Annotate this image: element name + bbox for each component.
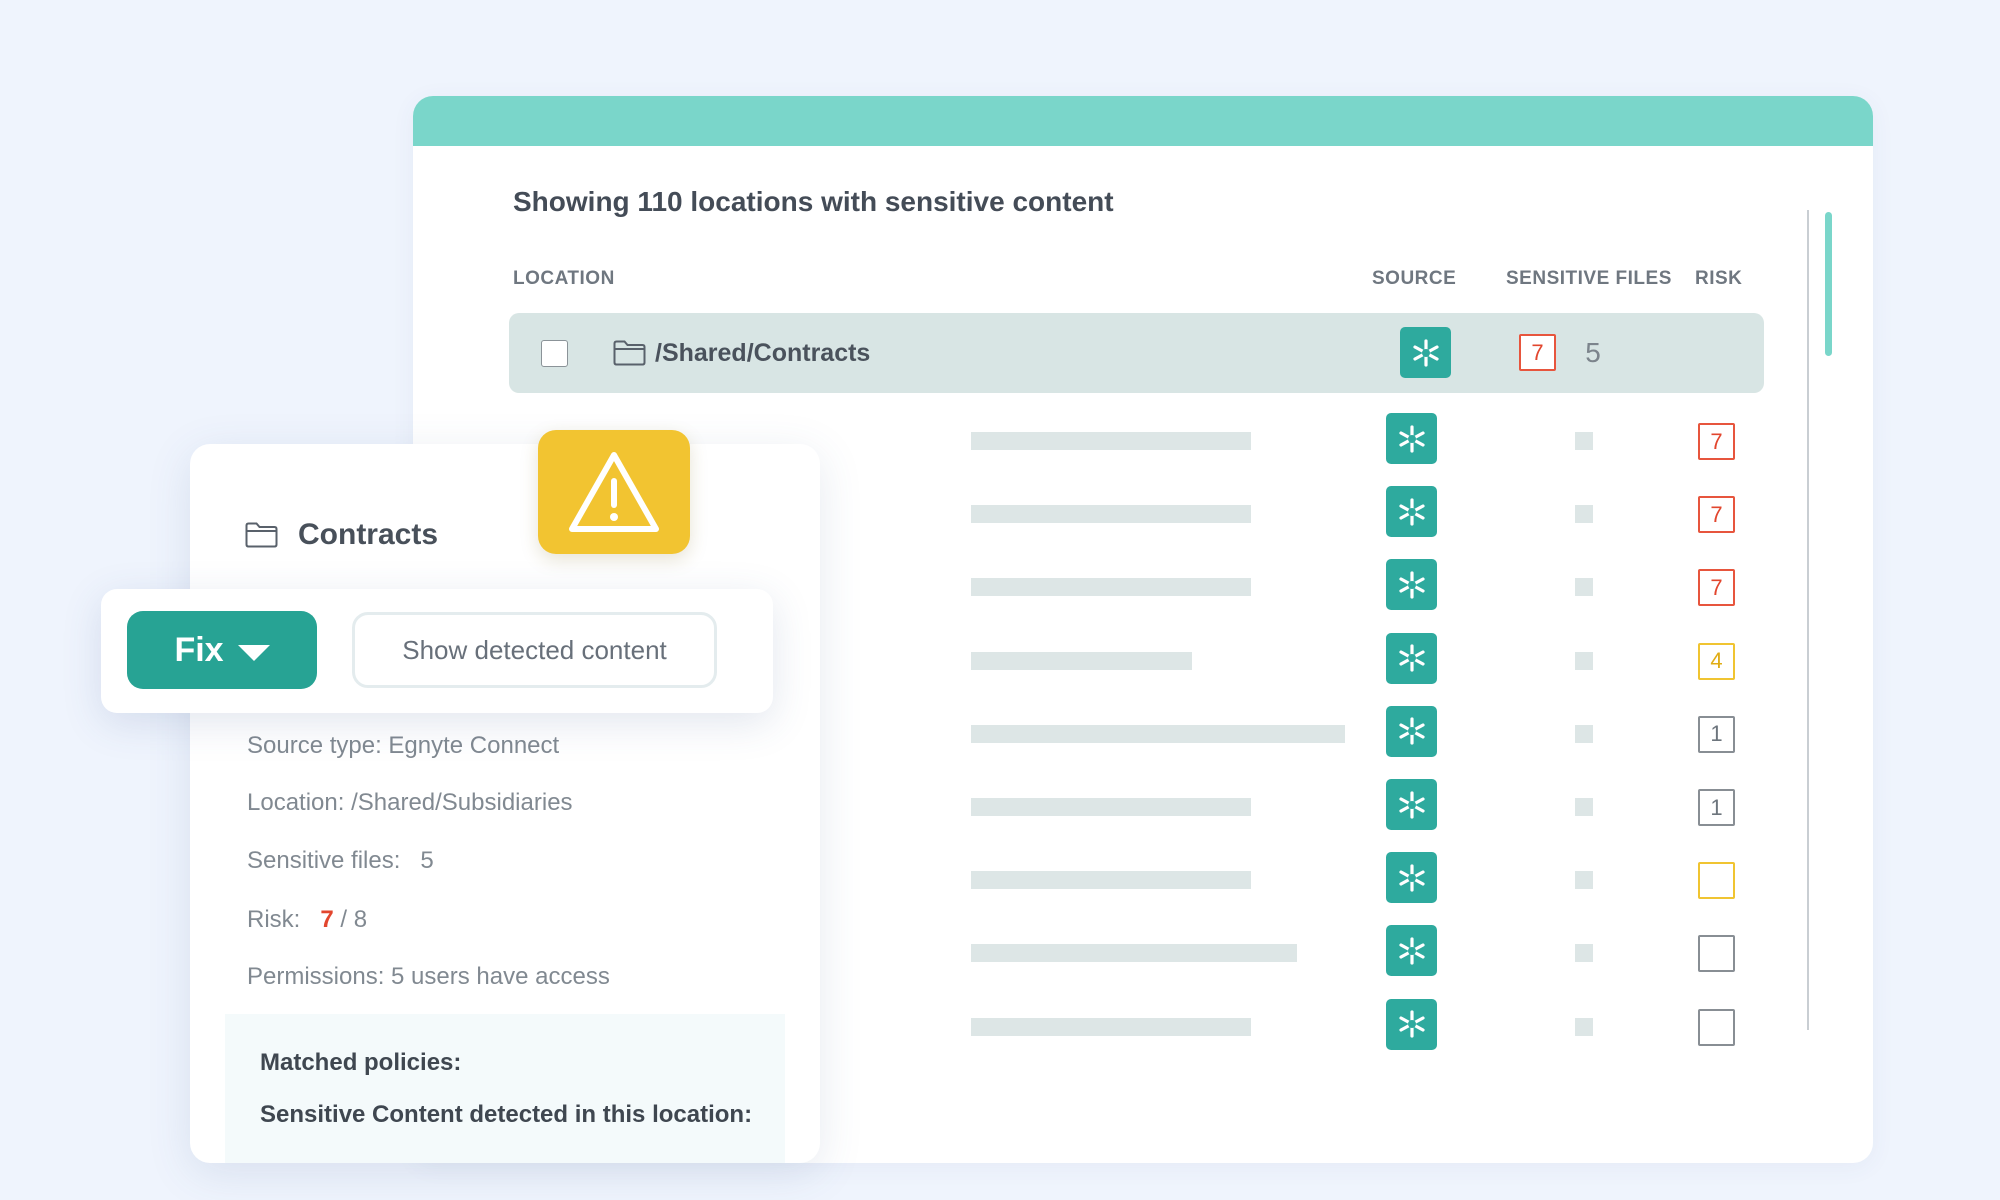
location-placeholder-bar bbox=[971, 578, 1251, 597]
sensitive-files-placeholder bbox=[1575, 578, 1593, 597]
risk-badge: 1 bbox=[1698, 789, 1735, 826]
column-header-risk[interactable]: RISK bbox=[1695, 268, 1742, 290]
row-checkbox[interactable] bbox=[541, 340, 568, 367]
detail-risk-max: / 8 bbox=[340, 906, 368, 933]
sensitive-files-placeholder bbox=[1575, 944, 1593, 963]
risk-badge bbox=[1698, 1008, 1735, 1046]
sensitive-files-placeholder bbox=[1575, 432, 1593, 450]
egnyte-connect-icon bbox=[1386, 559, 1437, 611]
sensitive-files-placeholder bbox=[1575, 798, 1593, 816]
detail-sensitive-files-label: Sensitive files: bbox=[247, 847, 401, 874]
detail-sensitive-files: Sensitive files: 5 bbox=[247, 847, 434, 875]
location-placeholder-bar bbox=[971, 871, 1251, 890]
egnyte-connect-icon bbox=[1386, 632, 1437, 684]
sensitive-files-placeholder bbox=[1575, 1017, 1593, 1036]
risk-badge: 7 bbox=[1519, 334, 1556, 371]
detail-risk-value: 7 bbox=[320, 906, 334, 933]
sensitive-files-placeholder bbox=[1575, 724, 1593, 743]
egnyte-connect-icon bbox=[1386, 413, 1437, 464]
risk-badge: 1 bbox=[1698, 715, 1735, 753]
sensitive-files-placeholder bbox=[1575, 651, 1593, 670]
detail-risk: Risk: 7 / 8 bbox=[247, 906, 367, 934]
egnyte-connect-icon bbox=[1386, 998, 1437, 1050]
risk-badge bbox=[1698, 935, 1735, 973]
egnyte-connect-icon bbox=[1386, 705, 1437, 757]
egnyte-connect-icon bbox=[1386, 925, 1437, 977]
detail-sensitive-files-value: 5 bbox=[420, 847, 434, 874]
location-placeholder-bar bbox=[971, 505, 1251, 524]
sensitive-files-placeholder bbox=[1575, 871, 1593, 890]
detail-source-type: Source type: Egnyte Connect bbox=[247, 732, 560, 759]
window-topbar bbox=[413, 96, 1873, 146]
table-row-selected[interactable]: /Shared/Contracts 5 7 bbox=[509, 313, 1764, 393]
risk-badge: 7 bbox=[1698, 569, 1735, 607]
egnyte-connect-icon bbox=[1400, 327, 1451, 378]
matched-policies-label: Matched policies: bbox=[260, 1049, 462, 1076]
folder-icon bbox=[245, 522, 278, 548]
risk-badge bbox=[1698, 862, 1735, 900]
column-header-sensitive-files[interactable]: SENSITIVE FILES bbox=[1506, 268, 1672, 290]
table-heading: Showing 110 locations with sensitive con… bbox=[513, 186, 1114, 217]
detail-location: Location: /Shared/Subsidiaries bbox=[247, 789, 573, 816]
sensitive-content-label: Sensitive Content detected in this locat… bbox=[260, 1101, 753, 1128]
egnyte-connect-icon bbox=[1386, 486, 1437, 538]
column-header-location[interactable]: LOCATION bbox=[513, 268, 615, 290]
action-bar: Fix Show detected content bbox=[101, 589, 773, 713]
egnyte-connect-icon bbox=[1386, 852, 1437, 904]
scrollbar-track[interactable] bbox=[1807, 210, 1809, 1030]
detail-permissions: Permissions: 5 users have access bbox=[247, 963, 610, 990]
row-sensitive-files-count: 5 bbox=[1585, 337, 1601, 368]
location-placeholder-bar bbox=[971, 651, 1192, 670]
risk-badge: 7 bbox=[1698, 423, 1735, 460]
column-header-source[interactable]: SOURCE bbox=[1372, 268, 1456, 290]
detail-title: Contracts bbox=[298, 518, 439, 551]
fix-button[interactable]: Fix bbox=[127, 611, 317, 689]
scrollbar-thumb[interactable] bbox=[1825, 212, 1832, 356]
location-placeholder-bar bbox=[971, 1017, 1251, 1036]
sensitive-files-placeholder bbox=[1575, 505, 1593, 524]
risk-badge: 7 bbox=[1698, 496, 1735, 534]
location-placeholder-bar bbox=[971, 432, 1251, 450]
location-detail-card: Contracts Source type: Egnyte Connect Lo… bbox=[190, 444, 820, 1163]
warning-icon bbox=[538, 430, 690, 554]
location-placeholder-bar bbox=[971, 724, 1345, 743]
folder-icon bbox=[613, 340, 646, 366]
detail-risk-label: Risk: bbox=[247, 906, 301, 933]
egnyte-connect-icon bbox=[1386, 779, 1437, 830]
show-detected-content-button[interactable]: Show detected content bbox=[352, 612, 717, 688]
risk-badge: 4 bbox=[1698, 642, 1735, 680]
location-placeholder-bar bbox=[971, 944, 1297, 963]
location-placeholder-bar bbox=[971, 798, 1251, 816]
fix-button-label: Fix bbox=[174, 630, 224, 669]
chevron-down-icon bbox=[237, 645, 270, 661]
row-location-path[interactable]: /Shared/Contracts bbox=[655, 339, 870, 368]
policies-box: Matched policies: Sensitive Content dete… bbox=[225, 1014, 785, 1163]
